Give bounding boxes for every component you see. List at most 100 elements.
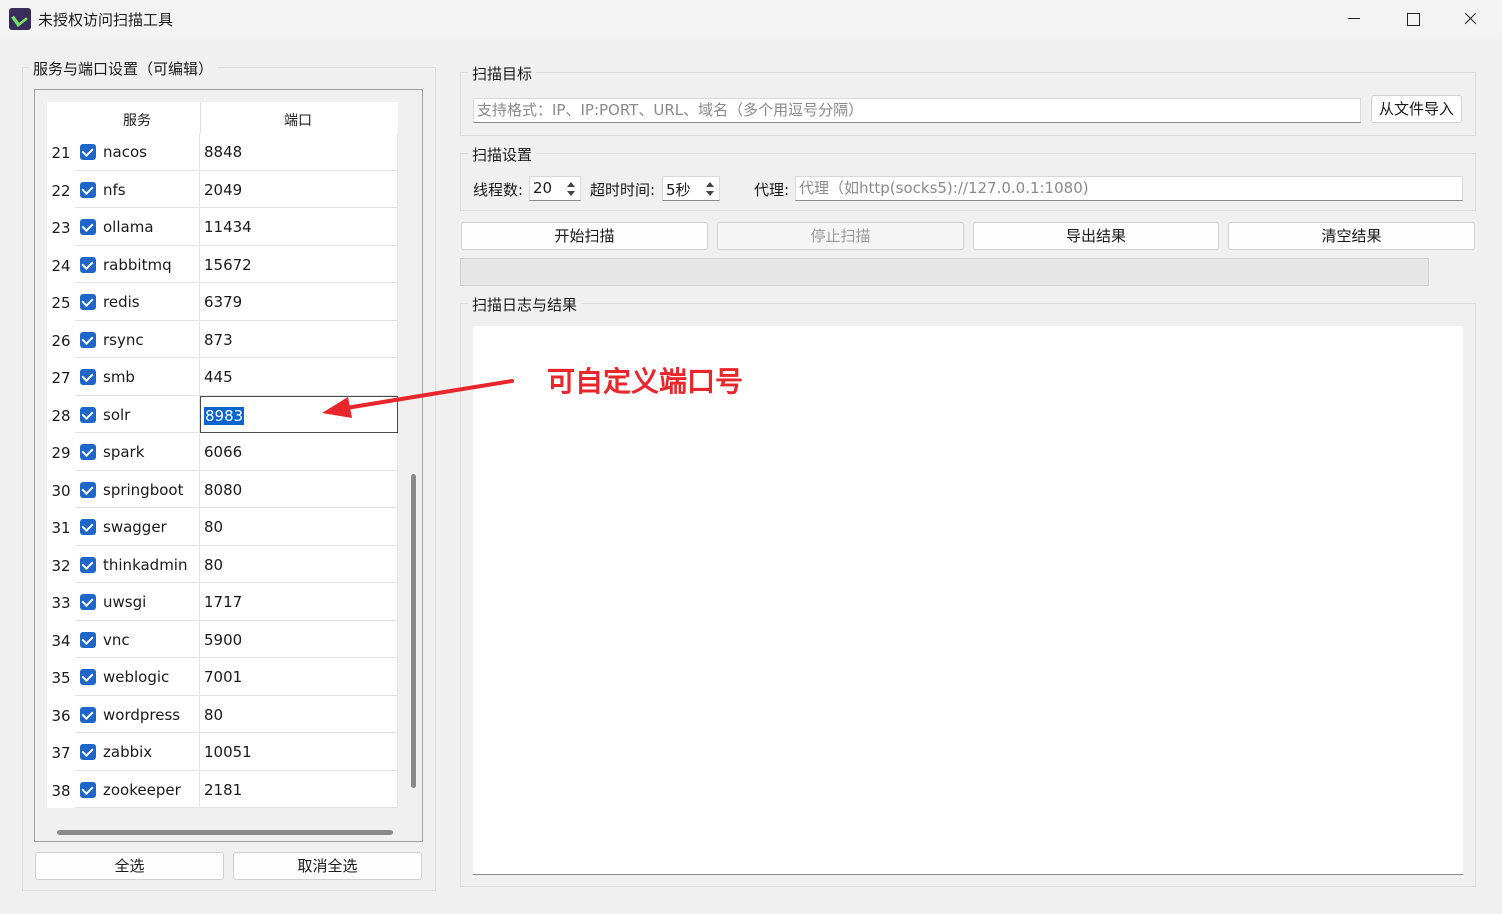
table-row: 26 rsync 873 [47, 320, 398, 358]
threads-decrement-icon[interactable] [564, 189, 578, 199]
service-cell[interactable]: zookeeper [75, 770, 200, 808]
checkbox-checked-icon[interactable] [80, 594, 96, 610]
service-name: vnc [103, 630, 130, 649]
port-cell[interactable]: 11434 [200, 208, 398, 246]
port-value: 8080 [204, 480, 243, 499]
vertical-scroll-thumb[interactable] [411, 474, 416, 788]
start-scan-button[interactable]: 开始扫描 [461, 222, 708, 250]
timeout-decrement-icon[interactable] [703, 189, 717, 199]
port-cell[interactable]: 2181 [200, 770, 398, 808]
vertical-scrollbar[interactable] [408, 102, 420, 808]
service-cell[interactable]: nfs [75, 170, 200, 208]
row-number: 30 [51, 481, 71, 500]
service-name: weblogic [103, 668, 170, 686]
service-cell[interactable]: rabbitmq [75, 245, 200, 283]
port-cell[interactable]: 1717 [200, 583, 398, 621]
service-cell[interactable]: zabbix [75, 733, 200, 771]
port-cell[interactable]: 10051 [200, 733, 398, 771]
checkbox-checked-icon[interactable] [80, 481, 96, 498]
row-number: 27 [51, 369, 71, 387]
checkbox-checked-icon[interactable] [80, 331, 96, 348]
checkbox-checked-icon[interactable] [80, 631, 96, 648]
service-port-table: 服务 端口 21 nacos 8848 22 nfs 2049 23 ollama 11434 2… [34, 89, 423, 842]
checkbox-checked-icon[interactable] [80, 369, 96, 385]
checkbox-checked-icon[interactable] [80, 294, 96, 310]
service-cell[interactable]: swagger [75, 508, 200, 546]
threads-increment-icon[interactable] [564, 179, 578, 189]
threads-spinbox[interactable]: 20 [529, 176, 581, 201]
annotation-text: 可自定义端口号 [547, 365, 744, 398]
port-cell[interactable]: 8080 [200, 470, 398, 508]
service-name: solr [103, 405, 131, 424]
service-cell[interactable]: weblogic [75, 658, 200, 696]
log-output[interactable] [473, 326, 1463, 875]
service-cell[interactable]: spark [75, 433, 200, 471]
column-header-port[interactable]: 端口 [284, 110, 312, 130]
table-row: 21 nacos 8848 [47, 133, 398, 171]
service-cell[interactable]: thinkadmin [75, 545, 200, 583]
service-cell[interactable]: smb [75, 358, 200, 396]
port-cell[interactable]: 2049 [200, 170, 398, 208]
table-row: 36 wordpress 80 [47, 695, 398, 733]
service-cell[interactable]: springboot [75, 470, 200, 508]
service-cell[interactable]: solr [75, 395, 200, 433]
port-cell[interactable]: 873 [200, 320, 398, 358]
column-header-service[interactable]: 服务 [123, 110, 151, 130]
maximize-icon[interactable] [1383, 0, 1441, 38]
row-number: 33 [51, 594, 71, 612]
checkbox-checked-icon[interactable] [80, 744, 96, 760]
port-cell[interactable]: 5900 [200, 620, 398, 658]
port-value: 80 [204, 705, 224, 724]
service-name: nacos [103, 143, 147, 161]
proxy-input[interactable]: 代理（如http(socks5)://127.0.0.1:1080) [795, 176, 1463, 201]
port-cell[interactable]: 6379 [200, 283, 398, 321]
checkbox-checked-icon[interactable] [80, 556, 96, 573]
export-results-button[interactable]: 导出结果 [973, 222, 1219, 250]
checkbox-checked-icon[interactable] [80, 669, 96, 685]
table-row: 30 springboot 8080 [47, 470, 398, 508]
service-cell[interactable]: ollama [75, 208, 200, 246]
close-icon[interactable] [1441, 0, 1499, 38]
threads-label: 线程数: [473, 181, 524, 199]
port-cell[interactable]: 15672 [200, 245, 398, 283]
row-number: 37 [51, 744, 71, 762]
checkbox-checked-icon[interactable] [80, 256, 96, 273]
checkbox-checked-icon[interactable] [80, 519, 96, 535]
minimize-icon[interactable] [1325, 0, 1383, 38]
checkbox-checked-icon[interactable] [80, 406, 96, 423]
port-cell[interactable]: 80 [200, 545, 398, 583]
service-cell[interactable]: rsync [75, 320, 200, 358]
clear-results-button[interactable]: 清空结果 [1228, 222, 1475, 250]
row-number: 22 [51, 181, 71, 200]
port-value: 80 [204, 518, 224, 536]
stop-scan-button[interactable]: 停止扫描 [717, 222, 964, 250]
target-input[interactable]: 支持格式：IP、IP:PORT、URL、域名（多个用逗号分隔） [473, 98, 1361, 123]
service-cell[interactable]: wordpress [75, 695, 200, 733]
port-cell[interactable]: 6066 [200, 433, 398, 471]
port-cell[interactable]: 8848 [200, 133, 398, 171]
checkbox-checked-icon[interactable] [80, 144, 96, 160]
port-value: 873 [204, 330, 233, 349]
port-value: 80 [204, 555, 224, 574]
timeout-increment-icon[interactable] [703, 179, 717, 189]
port-cell[interactable]: 7001 [200, 658, 398, 696]
table-viewport: 服务 端口 21 nacos 8848 22 nfs 2049 23 ollama 11434 2… [47, 102, 398, 808]
checkbox-checked-icon[interactable] [80, 181, 96, 198]
select-all-button[interactable]: 全选 [35, 852, 224, 880]
service-name: spark [103, 443, 145, 461]
service-cell[interactable]: nacos [75, 133, 200, 171]
checkbox-checked-icon[interactable] [80, 706, 96, 723]
import-file-button[interactable]: 从文件导入 [1371, 95, 1462, 123]
checkbox-checked-icon[interactable] [80, 781, 96, 798]
horizontal-scroll-thumb[interactable] [57, 830, 393, 835]
checkbox-checked-icon[interactable] [80, 219, 96, 235]
timeout-spinbox[interactable]: 5秒 [662, 176, 720, 201]
port-cell[interactable]: 80 [200, 508, 398, 546]
row-number: 31 [51, 519, 71, 537]
service-cell[interactable]: uwsgi [75, 583, 200, 621]
service-cell[interactable]: redis [75, 283, 200, 321]
deselect-all-button[interactable]: 取消全选 [233, 852, 422, 880]
checkbox-checked-icon[interactable] [80, 444, 96, 460]
service-cell[interactable]: vnc [75, 620, 200, 658]
port-cell[interactable]: 80 [200, 695, 398, 733]
